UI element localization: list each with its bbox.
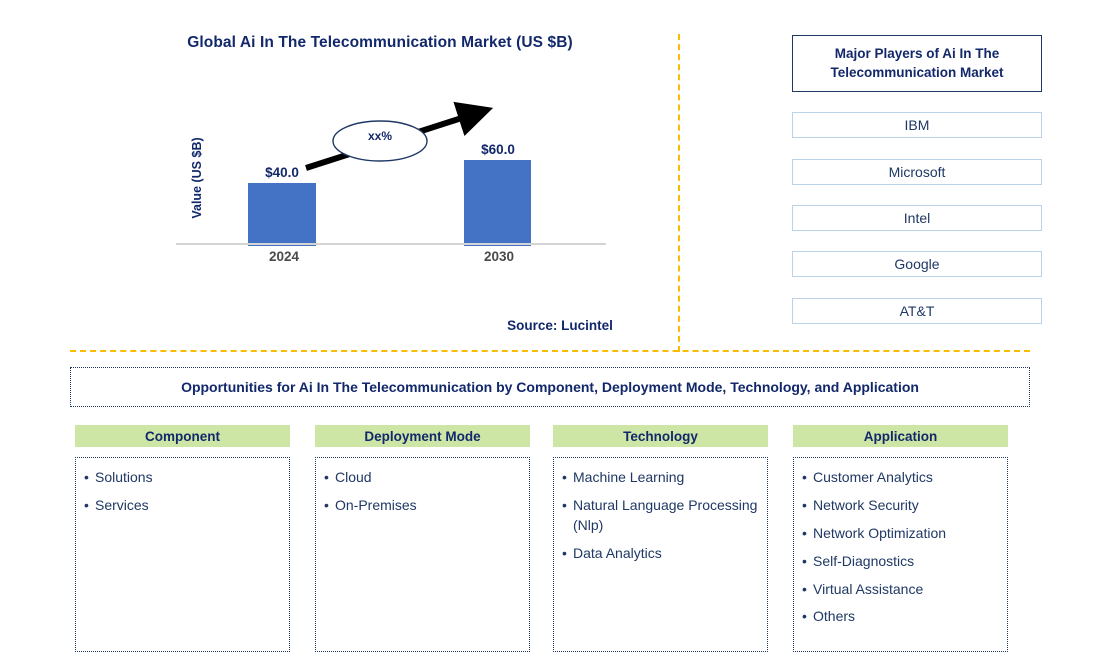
- x-axis-line: [176, 243, 606, 245]
- segment-body-deployment-mode: Cloud On-Premises: [315, 457, 530, 652]
- source-note: Source: Lucintel: [507, 318, 613, 333]
- segment-column-deployment-mode: Deployment Mode Cloud On-Premises: [315, 425, 530, 652]
- segment-column-component: Component Solutions Services: [75, 425, 290, 652]
- list-item: Self-Diagnostics: [802, 552, 1001, 572]
- segment-header-component: Component: [75, 425, 290, 447]
- list-item: Cloud: [324, 468, 523, 488]
- player-item-google[interactable]: Google: [792, 251, 1042, 277]
- x-tick-2024: 2024: [268, 249, 300, 264]
- list-item: Others: [802, 607, 1001, 627]
- list-item: Natural Language Processing (Nlp): [562, 496, 761, 536]
- bar-value-2024: $40.0: [265, 165, 299, 180]
- segment-body-component: Solutions Services: [75, 457, 290, 652]
- segment-header-application: Application: [793, 425, 1008, 447]
- player-item-ibm[interactable]: IBM: [792, 112, 1042, 138]
- segment-header-deployment-mode: Deployment Mode: [315, 425, 530, 447]
- segment-body-application: Customer Analytics Network Security Netw…: [793, 457, 1008, 652]
- x-tick-2030: 2030: [483, 249, 515, 264]
- bar-value-2030: $60.0: [481, 142, 515, 157]
- list-item: Solutions: [84, 468, 283, 488]
- list-item: Data Analytics: [562, 544, 761, 564]
- segment-column-application: Application Customer Analytics Network S…: [793, 425, 1008, 652]
- cagr-label: xx%: [367, 129, 393, 143]
- list-item: Customer Analytics: [802, 468, 1001, 488]
- bar-chart-plot-area: $40.0 $60.0: [176, 100, 608, 246]
- player-item-microsoft[interactable]: Microsoft: [792, 159, 1042, 185]
- major-players-header: Major Players of Ai In The Telecommunica…: [792, 35, 1042, 92]
- player-item-att[interactable]: AT&T: [792, 298, 1042, 324]
- segment-column-technology: Technology Machine Learning Natural Lang…: [553, 425, 768, 652]
- horizontal-divider: [70, 350, 1030, 352]
- bar-2030: [464, 160, 531, 246]
- player-item-intel[interactable]: Intel: [792, 205, 1042, 231]
- list-item: Network Optimization: [802, 524, 1001, 544]
- list-item: Machine Learning: [562, 468, 761, 488]
- opportunities-banner: Opportunities for Ai In The Telecommunic…: [70, 367, 1030, 407]
- list-item: Network Security: [802, 496, 1001, 516]
- list-item: Services: [84, 496, 283, 516]
- segment-header-technology: Technology: [553, 425, 768, 447]
- chart-title: Global Ai In The Telecommunication Marke…: [187, 34, 573, 51]
- segment-body-technology: Machine Learning Natural Language Proces…: [553, 457, 768, 652]
- infographic-canvas: Global Ai In The Telecommunication Marke…: [0, 0, 1106, 672]
- vertical-divider: [678, 34, 680, 352]
- bar-2024: [248, 183, 316, 246]
- list-item: Virtual Assistance: [802, 580, 1001, 600]
- list-item: On-Premises: [324, 496, 523, 516]
